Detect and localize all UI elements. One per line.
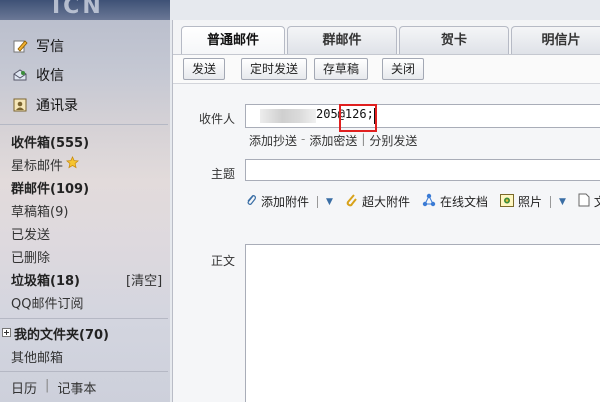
- tab-postcard[interactable]: 明信片: [511, 26, 600, 54]
- add-bcc-link[interactable]: 添加密送: [309, 132, 357, 149]
- folder-sent[interactable]: 已发送: [11, 224, 50, 243]
- write-mail-button[interactable]: 写信: [12, 36, 64, 56]
- folder-inbox[interactable]: 收件箱(555): [11, 132, 89, 151]
- folder-group-mail[interactable]: 群邮件(109): [11, 178, 89, 197]
- write-mail-label: 写信: [36, 39, 64, 55]
- close-button[interactable]: 关闭: [382, 58, 425, 80]
- online-doc-button[interactable]: 在线文档: [422, 193, 488, 210]
- contacts-button[interactable]: 通讯录: [12, 95, 78, 115]
- tab-group-mail[interactable]: 群邮件: [287, 26, 397, 54]
- subject-label: 主题: [211, 167, 236, 181]
- add-attachment-label: 添加附件: [261, 195, 310, 209]
- tab-normal-mail[interactable]: 普通邮件: [181, 26, 285, 54]
- pencil-icon: [12, 38, 28, 54]
- divider: [317, 195, 319, 208]
- large-attachment-button[interactable]: 超大附件: [345, 193, 410, 210]
- chevron-down-icon[interactable]: ▼: [559, 197, 566, 207]
- header-band: ICN: [0, 0, 170, 20]
- separator: |: [45, 378, 50, 393]
- sidebar: ICN 写信 收信 通讯录 收件箱(555) 星标邮件 群邮件(109) 草稿箱…: [0, 0, 170, 402]
- save-draft-button[interactable]: 存草稿: [314, 58, 369, 80]
- scheduled-send-button[interactable]: 定时发送: [241, 58, 308, 80]
- online-doc-label: 在线文档: [439, 195, 488, 209]
- compose-panel: 普通邮件 群邮件 贺卡 明信片 发送 定时发送 存草稿 关闭 收件人 205@1…: [172, 20, 600, 402]
- subject-input[interactable]: [245, 159, 600, 181]
- folder-spam[interactable]: 垃圾箱(18): [11, 270, 80, 289]
- notepad-link[interactable]: 记事本: [57, 378, 96, 397]
- inbox-icon: [12, 67, 28, 83]
- logo: ICN: [52, 0, 104, 19]
- separator: -: [301, 132, 306, 146]
- text-caret: [374, 108, 375, 124]
- recipient-options: 添加抄送 - 添加密送 | 分别发送: [245, 132, 417, 149]
- separator: |: [361, 132, 366, 146]
- folder-deleted[interactable]: 已删除: [11, 247, 50, 266]
- star-icon: [66, 156, 80, 173]
- add-cc-text[interactable]: 添加抄送: [249, 132, 297, 149]
- send-button[interactable]: 发送: [183, 58, 226, 80]
- large-paperclip-icon: [345, 193, 358, 210]
- divider: [0, 371, 168, 372]
- share-icon: [422, 193, 436, 210]
- photo-icon: [499, 193, 514, 210]
- tab-greeting-card[interactable]: 贺卡: [399, 26, 509, 54]
- body-label: 正文: [211, 254, 236, 268]
- receive-mail-button[interactable]: 收信: [12, 65, 64, 85]
- bottom-links: 日历 | 记事本: [11, 378, 96, 397]
- contacts-label: 通讯录: [36, 98, 78, 114]
- chevron-down-icon[interactable]: ▼: [326, 197, 333, 207]
- paperclip-icon: [245, 193, 257, 210]
- folder-starred[interactable]: 星标邮件: [11, 155, 80, 174]
- folder-starred-label: 星标邮件: [11, 159, 64, 174]
- receive-mail-label: 收信: [36, 68, 64, 84]
- folder-subscription[interactable]: QQ邮件订阅: [11, 293, 83, 312]
- contacts-icon: [12, 97, 28, 113]
- add-attachment-button[interactable]: 添加附件 ▼: [245, 193, 333, 210]
- divider: [549, 195, 551, 208]
- to-field[interactable]: 205@126;: [245, 104, 600, 132]
- calendar-link[interactable]: 日历: [11, 378, 37, 397]
- expand-plus-icon[interactable]: [2, 326, 11, 341]
- highlight-box: [339, 104, 377, 132]
- to-label: 收件人: [199, 112, 236, 126]
- folder-other-mailbox[interactable]: 其他邮箱: [11, 347, 63, 366]
- clear-spam-link[interactable]: [清空]: [126, 270, 162, 289]
- attachment-toolbar: 添加附件 ▼ 超大附件 在线文档 照片 ▼ 文: [245, 193, 600, 210]
- document-button[interactable]: 文: [578, 193, 600, 210]
- photo-button[interactable]: 照片 ▼: [499, 193, 566, 210]
- compose-form: 收件人 205@126; 添加抄送 - 添加密送 | 分别发送 主题 添加附件: [173, 84, 600, 402]
- redacted-recipient: [260, 109, 316, 123]
- document-label: 文: [593, 195, 600, 209]
- divider: [0, 318, 168, 319]
- compose-toolbar: 发送 定时发送 存草稿 关闭: [173, 54, 600, 84]
- folder-drafts[interactable]: 草稿箱(9): [11, 201, 68, 220]
- divider: [0, 124, 168, 125]
- body-editor[interactable]: [245, 244, 600, 402]
- large-attachment-label: 超大附件: [361, 195, 410, 209]
- folder-my-folders[interactable]: 我的文件夹(70): [2, 324, 109, 343]
- document-icon: [578, 193, 590, 210]
- photo-label: 照片: [517, 195, 542, 209]
- separate-send-link[interactable]: 分别发送: [369, 132, 417, 149]
- compose-tabs: 普通邮件 群邮件 贺卡 明信片: [181, 26, 600, 54]
- folder-my-folders-label: 我的文件夹(70): [14, 328, 109, 343]
